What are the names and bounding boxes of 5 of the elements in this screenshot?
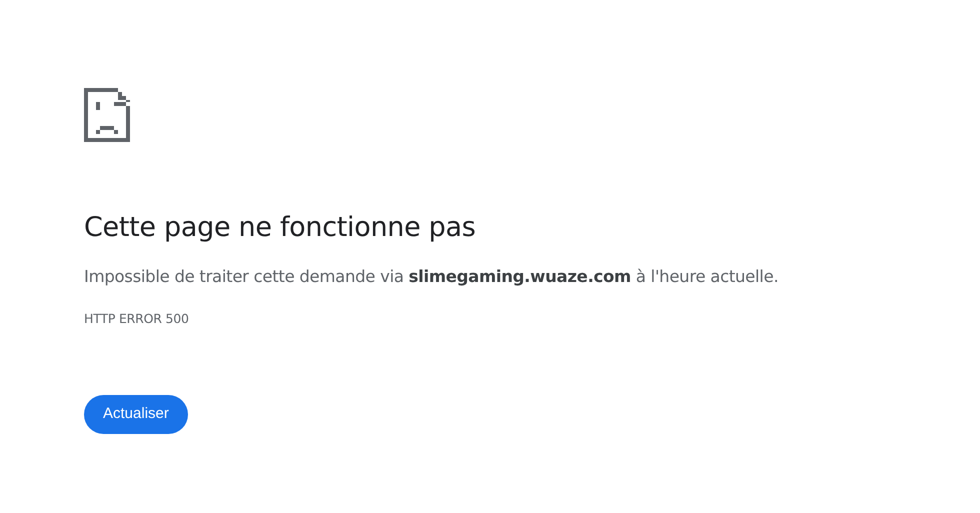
error-code: HTTP ERROR 500 [84, 310, 190, 328]
sad-page-icon [84, 88, 130, 142]
error-message: Impossible de traiter cette demande via slimegaming.wuaze.com à l'heure actuelle. [84, 266, 780, 288]
reload-button[interactable]: Actualiser [84, 394, 188, 434]
page-heading: Cette page ne fonctionne pas [84, 212, 477, 244]
